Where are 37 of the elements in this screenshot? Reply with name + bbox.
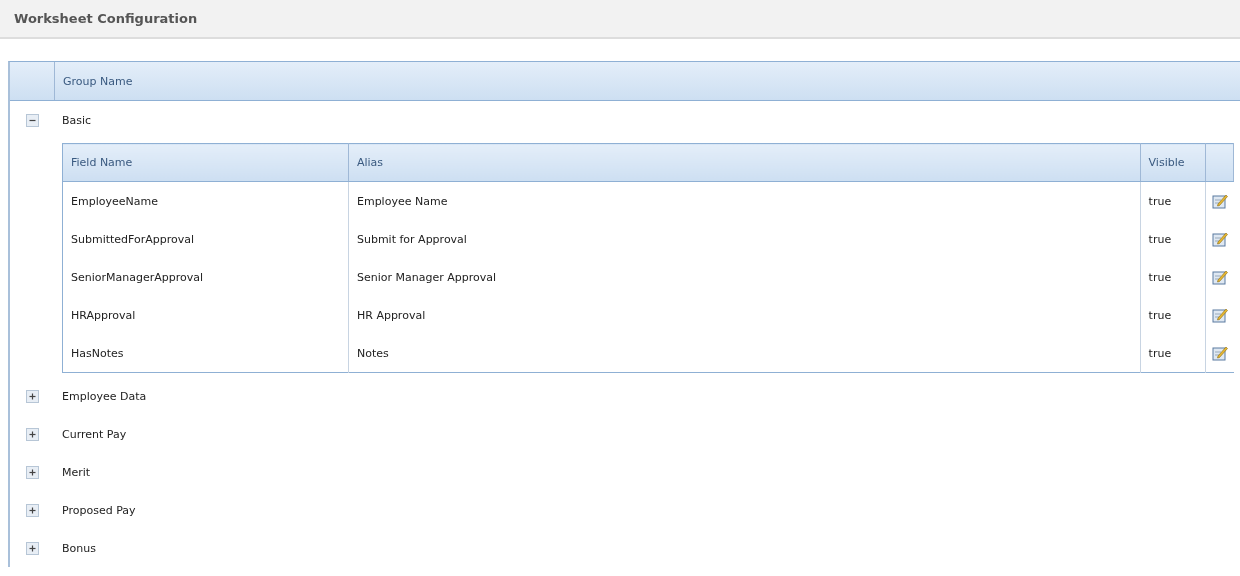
table-cell: HRApproval bbox=[62, 296, 349, 334]
expand-icon[interactable] bbox=[25, 541, 39, 555]
column-header: Alias bbox=[348, 143, 1141, 182]
table-cell: true bbox=[1140, 258, 1205, 296]
table-cell: HR Approval bbox=[348, 296, 1141, 334]
expand-icon[interactable] bbox=[25, 427, 39, 441]
table-cell: SeniorManagerApproval bbox=[62, 258, 349, 296]
table-cell: true bbox=[1140, 334, 1205, 373]
group-name: Proposed Pay bbox=[61, 503, 136, 517]
table-cell: Senior Manager Approval bbox=[348, 258, 1141, 296]
column-header: Group Name bbox=[62, 73, 133, 90]
table-cell: Employee Name bbox=[348, 181, 1141, 220]
table-cell: Submit for Approval bbox=[348, 220, 1141, 258]
edit-icon[interactable] bbox=[1211, 193, 1228, 209]
group-name: Current Pay bbox=[61, 427, 127, 441]
table-cell: true bbox=[1140, 220, 1205, 258]
expand-icon[interactable] bbox=[25, 503, 39, 517]
group-name: Bonus bbox=[61, 541, 96, 555]
expand-icon[interactable] bbox=[25, 389, 39, 403]
edit-icon[interactable] bbox=[1211, 345, 1228, 361]
table-cell: HasNotes bbox=[62, 334, 349, 373]
group-name: Merit bbox=[61, 465, 91, 479]
edit-icon[interactable] bbox=[1211, 231, 1228, 247]
column-header: Field Name bbox=[62, 143, 349, 182]
collapse-icon[interactable] bbox=[25, 113, 39, 127]
table-cell: true bbox=[1140, 181, 1205, 220]
edit-icon[interactable] bbox=[1211, 307, 1228, 323]
page-title: Worksheet Configuration bbox=[14, 11, 198, 26]
column-header: Visible bbox=[1140, 143, 1205, 182]
group-name: Employee Data bbox=[61, 389, 147, 403]
group-name: Basic bbox=[61, 113, 92, 127]
edit-icon[interactable] bbox=[1211, 269, 1228, 285]
table-cell: Notes bbox=[348, 334, 1141, 373]
table-cell: true bbox=[1140, 296, 1205, 334]
table-cell: EmployeeName bbox=[62, 181, 349, 220]
table-cell: SubmittedForApproval bbox=[62, 220, 349, 258]
expand-icon[interactable] bbox=[25, 465, 39, 479]
